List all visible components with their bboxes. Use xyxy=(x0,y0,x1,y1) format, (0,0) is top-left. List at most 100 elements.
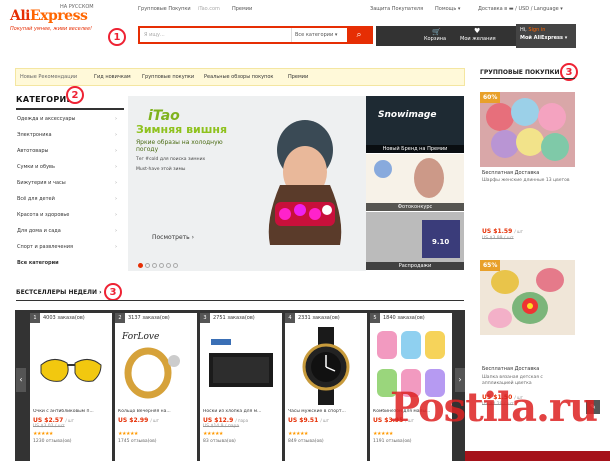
banner-brand: iTao xyxy=(148,108,180,124)
carousel-dot[interactable] xyxy=(173,263,178,268)
annotation-marker-1: 1 xyxy=(108,28,126,46)
side-tile-photo-contest[interactable]: Фотоконкурс xyxy=(366,154,464,211)
banner-subtitle: Яркие образы на холодную погоду xyxy=(136,139,223,153)
bestsellers-title[interactable]: БЕСТСЕЛЛЕРЫ НЕДЕЛИ › xyxy=(16,289,102,296)
contest-photo-icon xyxy=(414,158,444,198)
product-price: US $2.99 / шт xyxy=(118,417,159,424)
bestseller-card[interactable]: 2 3137 заказа(ов) ForLove Кольцо Вечерня… xyxy=(115,313,197,461)
nav-premii[interactable]: Премии xyxy=(288,74,308,80)
group-buy-product-image[interactable]: 65% xyxy=(480,260,575,335)
all-categories-link[interactable]: Все категории xyxy=(17,260,117,266)
prev-arrow-icon[interactable]: ‹ xyxy=(16,368,26,392)
scarves-image xyxy=(486,98,569,161)
product-image-socks-box xyxy=(209,339,273,387)
side-tile-title: Snowimage xyxy=(378,110,437,120)
page: AliExpress НА РУССКОМ Покупай умнее, жив… xyxy=(0,0,610,461)
delivery-currency-language[interactable]: Доставка в ▬ / USD / Language ▾ xyxy=(478,6,563,12)
rank-badge: 4 xyxy=(285,313,295,323)
product-image-watch xyxy=(302,327,350,405)
category-item[interactable]: Для дома и сада › xyxy=(17,228,117,234)
product-name[interactable]: Часы мужские в спорт... xyxy=(288,409,366,414)
search-bar: Я ищу... Все категории ▾ ⌕ xyxy=(138,26,373,44)
category-item[interactable]: Электроника › xyxy=(17,132,117,138)
review-count[interactable]: 1230 отзыва(ов) xyxy=(33,439,72,444)
banner-bullet: Тег #cold для поиска зимних xyxy=(136,157,206,162)
bestseller-card[interactable]: 4 2331 заказа(ов) Часы мужские в спорт..… xyxy=(285,313,367,461)
category-item[interactable]: Сумки и обувь › xyxy=(17,164,117,170)
help-link[interactable]: Помощь ▾ xyxy=(435,6,460,12)
nav-beginners-guide[interactable]: Гид новичкам xyxy=(94,74,131,80)
top-link-premii[interactable]: Премии xyxy=(232,6,252,12)
carousel-dot[interactable] xyxy=(145,263,150,268)
buyer-protection-link[interactable]: Защита Покупателя xyxy=(370,6,423,12)
group-buy-product-image[interactable]: 60% xyxy=(480,92,575,167)
rank-badge: 1 xyxy=(30,313,40,323)
category-item[interactable]: Спорт и развлечения › xyxy=(17,244,117,250)
banner-text: iTao Зимняя вишня Яркие образы на холодн… xyxy=(136,108,246,173)
group-buy-title[interactable]: ГРУППОВЫЕ ПОКУПКИ › xyxy=(480,69,564,76)
review-count[interactable]: 83 отзыва(ов) xyxy=(203,439,236,444)
search-input[interactable]: Я ищу... xyxy=(144,32,165,38)
bestseller-card[interactable]: 3 2751 заказа(ов) Носки из хлопка для м.… xyxy=(200,313,282,461)
product-name[interactable]: Носки из хлопка для м... xyxy=(203,409,281,414)
nav-reviews[interactable]: Реальные обзоры покупок xyxy=(204,74,273,80)
category-item[interactable]: Всё для детей › xyxy=(17,196,117,202)
side-tile-caption: Новый Бренд на Премии xyxy=(366,145,464,153)
rank-badge: 3 xyxy=(200,313,210,323)
orders-count: 4003 заказа(ов) xyxy=(43,315,85,321)
group-buy-desc[interactable]: Шарфы женские длинные 13 цветов xyxy=(482,178,574,184)
old-price: US $14.9 / пара xyxy=(203,424,240,429)
category-item[interactable]: Красота и здоровье › xyxy=(17,212,117,218)
rating-stars-icon: ★★★★★ xyxy=(118,431,138,437)
product-price: US $2.57 / шт xyxy=(33,417,74,424)
side-tile-caption: Распродажи xyxy=(366,262,464,270)
rating-stars-icon: ★★★★★ xyxy=(373,431,393,437)
orders-count: 2751 заказа(ов) xyxy=(213,315,255,321)
banner-view-button[interactable]: Посмотреть › xyxy=(152,234,194,241)
wishlist-link[interactable]: Мои желания xyxy=(460,36,496,42)
divider xyxy=(16,108,124,110)
review-count[interactable]: 849 отзыва(ов) xyxy=(288,439,324,444)
carousel-dot[interactable] xyxy=(152,263,157,268)
search-icon: ⌕ xyxy=(356,30,362,40)
search-button[interactable]: ⌕ xyxy=(347,28,371,42)
orders-count: 2331 заказа(ов) xyxy=(298,315,340,321)
group-buy-price: US $1.59 / шт xyxy=(482,228,523,235)
svg-text:ForLove: ForLove xyxy=(121,332,159,342)
nav-new-recommendations[interactable]: Новые Рекомендации xyxy=(20,74,77,80)
product-name[interactable]: Кольцо Вечерняя на... xyxy=(118,409,196,414)
side-tile-snowimage[interactable]: Snowimage Новый Бренд на Премии xyxy=(366,96,464,153)
review-count[interactable]: 1191 отзыва(ов) xyxy=(373,439,412,444)
side-tile-sales[interactable]: 9.10 Распродажи xyxy=(366,212,464,270)
divider xyxy=(16,300,464,301)
bestseller-card[interactable]: 1 4003 заказа(ов) Очки с антибликовым п.… xyxy=(30,313,112,461)
banner-bullet: Must-have этой зимы xyxy=(136,167,186,172)
carousel-dot[interactable] xyxy=(138,263,143,268)
banner-headline: Зимняя вишня xyxy=(136,123,228,136)
cart-link[interactable]: Корзина xyxy=(424,36,446,42)
product-image-glasses xyxy=(40,359,102,382)
my-aliexpress-menu[interactable]: Hi, Sign in Мой AliExpress ▾ xyxy=(516,24,576,48)
rank-badge: 2 xyxy=(115,313,125,323)
group-buy-old-price: US $3.99 / шт xyxy=(482,236,514,241)
top-link-itao[interactable]: iTao.com xyxy=(198,6,220,12)
carousel-dot[interactable] xyxy=(159,263,164,268)
product-name[interactable]: Очки с антибликовым п... xyxy=(33,409,111,414)
review-count[interactable]: 1745 отзыва(ов) xyxy=(118,439,157,444)
categories-title: КАТЕГОРИИ xyxy=(16,95,74,104)
rank-badge: 5 xyxy=(370,313,380,323)
discount-badge: 60% xyxy=(480,92,501,103)
orders-count: 1840 заказа(ов) xyxy=(383,315,425,321)
carousel-dot[interactable] xyxy=(166,263,171,268)
category-item[interactable]: Автотовары › xyxy=(17,148,117,154)
category-select[interactable]: Все категории ▾ xyxy=(291,28,343,42)
slogan: Покупай умнее, живи веселее! xyxy=(10,26,93,32)
top-link-group-buy[interactable]: Групповые Покупки xyxy=(138,6,191,12)
rating-stars-icon: ★★★★★ xyxy=(203,431,223,437)
category-item[interactable]: Бижутерия и часы › xyxy=(17,180,117,186)
orders-count: 3137 заказа(ов) xyxy=(128,315,170,321)
category-item[interactable]: Одежда и аксессуары › xyxy=(17,116,117,122)
aliexpress-logo[interactable]: AliExpress xyxy=(10,8,88,24)
region-label: НА РУССКОМ xyxy=(60,4,94,10)
nav-group-buy[interactable]: Групповые покупки xyxy=(142,74,194,80)
